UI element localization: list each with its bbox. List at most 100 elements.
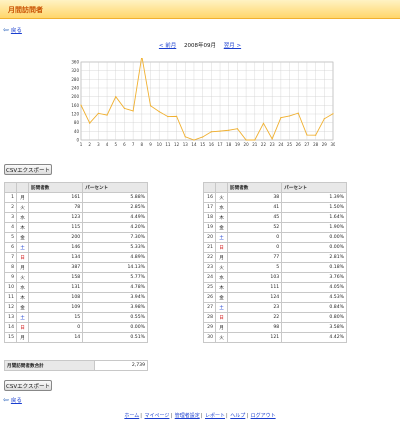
day-cell: 1: [4, 192, 17, 203]
data-point: [115, 96, 117, 98]
header-count: 訪問者数: [27, 182, 84, 193]
weekday-cell: 金: [16, 302, 29, 313]
back-link-top[interactable]: ⇦ 戻る: [3, 26, 22, 34]
weekday-cell: 月: [16, 192, 29, 203]
table-row: 11 木 108 3.94%: [4, 292, 148, 303]
x-tick-label: 30: [330, 142, 335, 147]
prev-month-link[interactable]: < 前月: [159, 43, 176, 49]
table-row: 8 月 387 14.13%: [4, 262, 148, 273]
visitors-table-left: 訪問者数 パーセント 1 月 161 5.88% 2 火 78 2.85% 3 水 123 4.49%…: [4, 182, 148, 343]
percent-cell: 0.00%: [281, 232, 347, 243]
percent-cell: 5.33%: [82, 242, 148, 253]
footer-link-logout[interactable]: ログアウト: [251, 413, 276, 419]
data-point: [228, 129, 230, 131]
percent-cell: 0.51%: [82, 332, 148, 343]
weekday-cell: 火: [215, 332, 228, 343]
percent-cell: 1.39%: [281, 192, 347, 203]
weekday-cell: 水: [16, 282, 29, 293]
data-point: [149, 105, 152, 107]
weekday-cell: 土: [215, 302, 228, 313]
day-cell: 3: [4, 212, 17, 223]
footer-link-report[interactable]: レポート: [205, 413, 225, 419]
table-row: 19 金 52 1.90%: [203, 222, 347, 233]
table-row: 22 月 77 2.81%: [203, 252, 347, 263]
back-link-label[interactable]: 戻る: [11, 396, 22, 404]
visitors-table-right: 訪問者数 パーセント 16 火 38 1.39% 17 水 41 1.50% 18 木 45 1.64…: [203, 182, 347, 343]
table-row: 3 水 123 4.49%: [4, 212, 148, 223]
weekday-cell: 金: [215, 292, 228, 303]
table-row: 29 月 98 3.58%: [203, 322, 347, 333]
count-cell: 134: [27, 252, 84, 263]
day-cell: 30: [203, 332, 216, 343]
percent-cell: 1.90%: [281, 222, 347, 233]
count-cell: 98: [226, 322, 283, 333]
table-row: 15 月 14 0.51%: [4, 332, 148, 343]
back-link-label[interactable]: 戻る: [11, 26, 22, 34]
x-tick-label: 22: [261, 142, 267, 147]
day-cell: 28: [203, 312, 216, 323]
table-row: 6 土 146 5.33%: [4, 242, 148, 253]
day-cell: 24: [203, 272, 216, 283]
table-row: 25 木 111 4.05%: [203, 282, 347, 293]
footer-link-home[interactable]: ホーム: [124, 413, 139, 419]
percent-cell: 5.88%: [82, 192, 148, 203]
next-month-link[interactable]: 翌月 >: [224, 43, 241, 49]
day-cell: 7: [4, 252, 17, 263]
weekday-cell: 火: [16, 202, 29, 213]
day-cell: 2: [4, 202, 17, 213]
weekday-cell: 水: [215, 272, 228, 283]
footer-separator: |: [246, 413, 248, 419]
table-row: 18 木 45 1.64%: [203, 212, 347, 223]
x-tick-label: 20: [244, 142, 250, 147]
csv-export-button-bottom[interactable]: CSVエクスポート: [4, 380, 52, 391]
data-point: [280, 117, 282, 119]
data-point: [184, 136, 186, 138]
count-cell: 121: [226, 332, 283, 343]
data-point: [97, 112, 99, 114]
y-tick-label: 40: [74, 129, 80, 134]
header-weekday: [16, 182, 29, 193]
day-cell: 18: [203, 212, 216, 223]
weekday-cell: 月: [215, 322, 228, 333]
day-cell: 23: [203, 262, 216, 273]
month-navigation: < 前月 2008年09月 翌月 >: [0, 41, 400, 49]
count-cell: 23: [226, 302, 283, 313]
x-tick-label: 6: [123, 142, 126, 147]
day-cell: 5: [4, 232, 17, 243]
count-cell: 108: [27, 292, 84, 303]
x-tick-label: 15: [200, 142, 206, 147]
monthly-total-value: 2,739: [94, 360, 148, 371]
table-row: 30 火 121 4.42%: [203, 332, 347, 343]
count-cell: 158: [27, 272, 84, 283]
data-point: [297, 112, 299, 114]
percent-cell: 4.42%: [281, 332, 347, 343]
back-link-bottom[interactable]: ⇦ 戻る: [3, 396, 22, 404]
percent-cell: 1.50%: [281, 202, 347, 213]
count-cell: 41: [226, 202, 283, 213]
day-cell: 16: [203, 192, 216, 203]
count-cell: 109: [27, 302, 84, 313]
day-cell: 19: [203, 222, 216, 233]
x-tick-label: 25: [287, 142, 293, 147]
footer-nav: ホーム| マイページ| 管理者設定| レポート| ヘルプ| ログアウト: [0, 412, 400, 419]
footer-link-mypage[interactable]: マイページ: [145, 413, 170, 419]
weekday-cell: 火: [215, 262, 228, 273]
count-cell: 14: [27, 332, 84, 343]
y-tick-label: 280: [71, 77, 79, 82]
footer-link-help[interactable]: ヘルプ: [230, 413, 245, 419]
footer-link-admin-settings[interactable]: 管理者設定: [175, 413, 200, 419]
data-point: [202, 136, 204, 138]
percent-cell: 14.13%: [82, 262, 148, 273]
count-cell: 15: [27, 312, 84, 323]
csv-export-button-top[interactable]: CSVエクスポート: [4, 164, 52, 175]
day-cell: 13: [4, 312, 17, 323]
header-weekday: [215, 182, 228, 193]
day-cell: 14: [4, 322, 17, 333]
x-tick-label: 7: [132, 142, 135, 147]
data-point: [106, 114, 108, 116]
y-tick-label: 360: [71, 60, 79, 65]
data-point: [332, 113, 334, 115]
weekday-cell: 水: [16, 212, 29, 223]
percent-cell: 4.20%: [82, 222, 148, 233]
table-row: 26 金 124 4.53%: [203, 292, 347, 303]
